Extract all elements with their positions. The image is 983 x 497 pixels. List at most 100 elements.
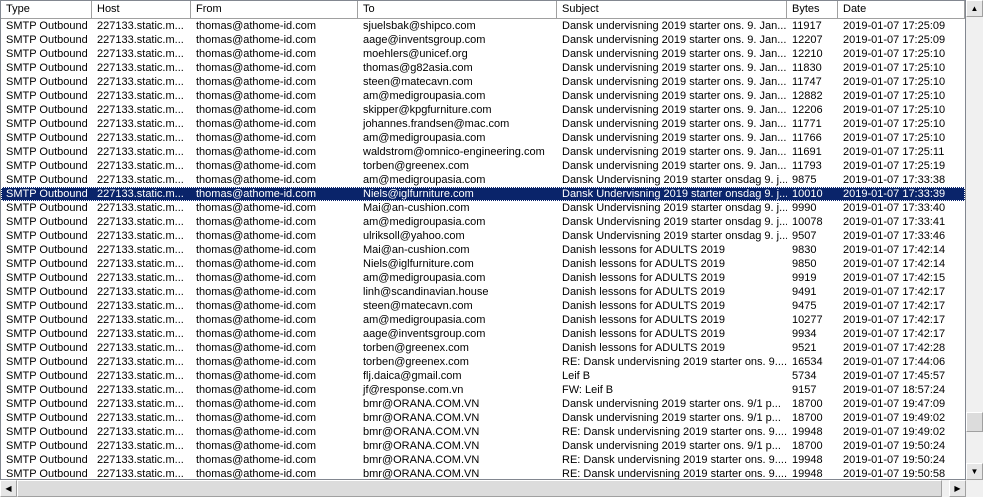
cell-bytes: 18700 bbox=[792, 440, 823, 452]
horizontal-scrollbar[interactable]: ◀ ▶ bbox=[0, 480, 966, 497]
table-row[interactable]: SMTP Outbound 227133.static.m... thomas@at… bbox=[1, 89, 965, 103]
cell-type: SMTP Outbound bbox=[6, 132, 88, 144]
table-row[interactable]: SMTP Outbound 227133.static.m... thomas@at… bbox=[1, 215, 965, 229]
table-row[interactable]: SMTP Outbound 227133.static.m... thomas@at… bbox=[1, 299, 965, 313]
cell-to: sjuelsbak@shipco.com bbox=[363, 20, 476, 32]
scroll-down-button[interactable]: ▼ bbox=[966, 463, 983, 480]
cell-bytes: 19948 bbox=[792, 426, 823, 438]
cell-host: 227133.static.m... bbox=[97, 440, 184, 452]
cell-from: thomas@athome-id.com bbox=[196, 48, 316, 60]
cell-subject: Danish lessons for ADULTS 2019 bbox=[562, 328, 726, 340]
cell-from: thomas@athome-id.com bbox=[196, 76, 316, 88]
cell-date: 2019-01-07 17:42:14 bbox=[843, 244, 946, 256]
cell-from: thomas@athome-id.com bbox=[196, 398, 316, 410]
table-row[interactable]: SMTP Outbound 227133.static.m... thomas@at… bbox=[1, 285, 965, 299]
table-row[interactable]: SMTP Outbound 227133.static.m... thomas@at… bbox=[1, 411, 965, 425]
cell-bytes: 9934 bbox=[792, 328, 817, 340]
column-header-date[interactable]: Date bbox=[838, 1, 965, 18]
table-row[interactable]: SMTP Outbound 227133.static.m... thomas@at… bbox=[1, 19, 965, 33]
table-row[interactable]: SMTP Outbound 227133.static.m... thomas@at… bbox=[1, 103, 965, 117]
cell-bytes: 12882 bbox=[792, 90, 823, 102]
table-row[interactable]: SMTP Outbound 227133.static.m... thomas@at… bbox=[1, 341, 965, 355]
table-row[interactable]: SMTP Outbound 227133.static.m... thomas@at… bbox=[1, 117, 965, 131]
cell-date: 2019-01-07 17:25:10 bbox=[843, 132, 946, 144]
cell-date: 2019-01-07 17:42:17 bbox=[843, 328, 946, 340]
cell-to: ulriksoll@yahoo.com bbox=[363, 230, 465, 242]
message-list-view[interactable]: Type Host From To Subject Bytes Date SMT… bbox=[0, 0, 966, 480]
cell-to: Niels@iglfurniture.com bbox=[363, 188, 474, 200]
cell-to: thomas@g82asia.com bbox=[363, 62, 473, 74]
cell-from: thomas@athome-id.com bbox=[196, 314, 316, 326]
cell-to: johannes.frandsen@mac.com bbox=[363, 118, 510, 130]
cell-host: 227133.static.m... bbox=[97, 370, 184, 382]
cell-type: SMTP Outbound bbox=[6, 118, 88, 130]
cell-date: 2019-01-07 19:50:24 bbox=[843, 440, 946, 452]
table-row[interactable]: SMTP Outbound 227133.static.m... thomas@at… bbox=[1, 131, 965, 145]
cell-subject: Dansk undervisning 2019 starter ons. 9. … bbox=[562, 146, 787, 158]
table-row[interactable]: SMTP Outbound 227133.static.m... thomas@at… bbox=[1, 355, 965, 369]
table-row[interactable]: SMTP Outbound 227133.static.m... thomas@at… bbox=[1, 425, 965, 439]
table-row[interactable]: SMTP Outbound 227133.static.m... thomas@at… bbox=[1, 229, 965, 243]
table-row[interactable]: SMTP Outbound 227133.static.m... thomas@at… bbox=[1, 369, 965, 383]
cell-bytes: 11917 bbox=[792, 20, 822, 32]
cell-type: SMTP Outbound bbox=[6, 216, 88, 228]
cell-subject: Dansk Undervisning 2019 starter onsdag 9… bbox=[562, 188, 787, 200]
cell-subject: Leif B bbox=[562, 370, 591, 382]
message-rows: SMTP Outbound 227133.static.m... thomas@at… bbox=[1, 19, 965, 480]
table-row[interactable]: SMTP Outbound 227133.static.m... thomas@at… bbox=[1, 313, 965, 327]
table-row[interactable]: SMTP Outbound 227133.static.m... thomas@at… bbox=[1, 271, 965, 285]
cell-to: aage@inventsgroup.com bbox=[363, 34, 486, 46]
cell-subject: Danish lessons for ADULTS 2019 bbox=[562, 314, 726, 326]
table-row[interactable]: SMTP Outbound 227133.static.m... thomas@at… bbox=[1, 467, 965, 480]
table-row[interactable]: SMTP Outbound 227133.static.m... thomas@at… bbox=[1, 33, 965, 47]
cell-from: thomas@athome-id.com bbox=[196, 244, 316, 256]
table-row[interactable]: SMTP Outbound 227133.static.m... thomas@at… bbox=[1, 439, 965, 453]
cell-type: SMTP Outbound bbox=[6, 412, 88, 424]
cell-bytes: 12210 bbox=[792, 48, 823, 60]
cell-from: thomas@athome-id.com bbox=[196, 188, 316, 200]
table-row[interactable]: SMTP Outbound 227133.static.m... thomas@at… bbox=[1, 159, 965, 173]
cell-date: 2019-01-07 17:42:15 bbox=[843, 272, 946, 284]
vertical-scrollbar[interactable]: ▲ ▼ bbox=[966, 0, 983, 480]
cell-subject: Dansk undervisning 2019 starter ons. 9. … bbox=[562, 90, 787, 102]
column-header-host[interactable]: Host bbox=[92, 1, 191, 18]
table-row[interactable]: SMTP Outbound 227133.static.m... thomas@at… bbox=[1, 383, 965, 397]
horizontal-scroll-thumb[interactable] bbox=[17, 480, 942, 497]
column-header-type[interactable]: Type bbox=[1, 1, 92, 18]
cell-type: SMTP Outbound bbox=[6, 258, 88, 270]
cell-type: SMTP Outbound bbox=[6, 468, 88, 480]
table-row[interactable]: SMTP Outbound 227133.static.m... thomas@at… bbox=[1, 201, 965, 215]
column-header-from[interactable]: From bbox=[191, 1, 358, 18]
cell-bytes: 19948 bbox=[792, 468, 823, 480]
table-row[interactable]: SMTP Outbound 227133.static.m... thomas@at… bbox=[1, 327, 965, 341]
scroll-left-button[interactable]: ◀ bbox=[0, 480, 17, 497]
cell-subject: RE: Dansk undervisning 2019 starter ons.… bbox=[562, 356, 787, 368]
cell-to: bmr@ORANA.COM.VN bbox=[363, 440, 480, 452]
table-row[interactable]: SMTP Outbound 227133.static.m... thomas@at… bbox=[1, 145, 965, 159]
table-row[interactable]: SMTP Outbound 227133.static.m... thomas@at… bbox=[1, 173, 965, 187]
table-row[interactable]: SMTP Outbound 227133.static.m... thomas@at… bbox=[1, 187, 965, 201]
scroll-right-button[interactable]: ▶ bbox=[949, 480, 966, 497]
column-header-to[interactable]: To bbox=[358, 1, 557, 18]
cell-date: 2019-01-07 17:42:14 bbox=[843, 258, 946, 270]
cell-to: torben@greenex.com bbox=[363, 160, 469, 172]
cell-date: 2019-01-07 17:42:28 bbox=[843, 342, 946, 354]
table-row[interactable]: SMTP Outbound 227133.static.m... thomas@at… bbox=[1, 47, 965, 61]
table-row[interactable]: SMTP Outbound 227133.static.m... thomas@at… bbox=[1, 453, 965, 467]
cell-bytes: 11793 bbox=[792, 160, 822, 172]
table-row[interactable]: SMTP Outbound 227133.static.m... thomas@at… bbox=[1, 257, 965, 271]
column-header-bytes[interactable]: Bytes bbox=[787, 1, 838, 18]
scroll-up-button[interactable]: ▲ bbox=[966, 0, 983, 17]
cell-subject: Danish lessons for ADULTS 2019 bbox=[562, 258, 726, 270]
cell-bytes: 9521 bbox=[792, 342, 817, 354]
table-row[interactable]: SMTP Outbound 227133.static.m... thomas@at… bbox=[1, 75, 965, 89]
cell-type: SMTP Outbound bbox=[6, 398, 88, 410]
cell-host: 227133.static.m... bbox=[97, 356, 184, 368]
cell-host: 227133.static.m... bbox=[97, 104, 184, 116]
cell-host: 227133.static.m... bbox=[97, 412, 184, 424]
vertical-scroll-thumb[interactable] bbox=[966, 412, 983, 432]
table-row[interactable]: SMTP Outbound 227133.static.m... thomas@at… bbox=[1, 243, 965, 257]
column-header-subject[interactable]: Subject bbox=[557, 1, 787, 18]
table-row[interactable]: SMTP Outbound 227133.static.m... thomas@at… bbox=[1, 61, 965, 75]
table-row[interactable]: SMTP Outbound 227133.static.m... thomas@at… bbox=[1, 397, 965, 411]
